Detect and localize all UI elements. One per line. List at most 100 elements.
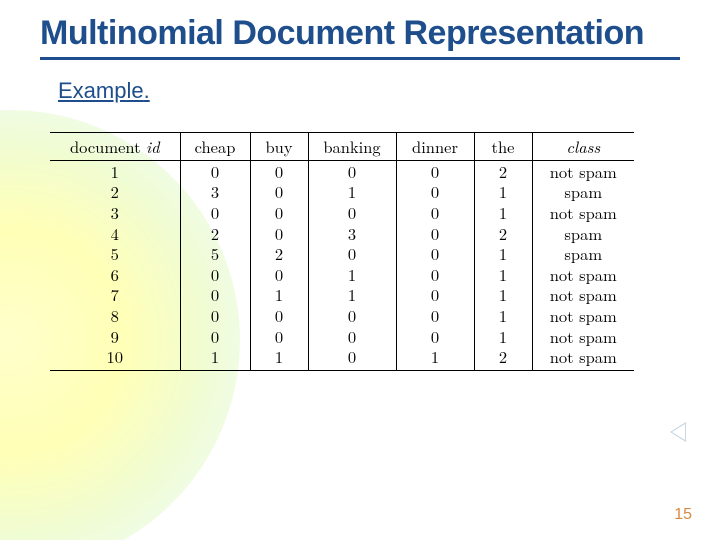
table-row: 701101not spam <box>50 284 634 305</box>
cell-id: 4 <box>50 223 180 244</box>
slide-container: Multinomial Document Representation Exam… <box>0 0 720 540</box>
cell-class: spam <box>532 181 634 202</box>
data-table-container: document id cheap buy banking dinner the class… <box>50 132 720 371</box>
cell-the: 1 <box>474 181 532 202</box>
cell-cheap: 0 <box>180 305 250 326</box>
cell-buy: 0 <box>250 223 308 244</box>
cell-cheap: 0 <box>180 202 250 223</box>
cell-id: 10 <box>50 346 180 370</box>
col-header-cheap: cheap <box>180 133 250 161</box>
cell-buy: 1 <box>250 284 308 305</box>
example-dot: . <box>144 78 150 103</box>
cell-banking: 1 <box>308 264 396 285</box>
cell-the: 2 <box>474 346 532 370</box>
col-header-the: the <box>474 133 532 161</box>
cell-cheap: 0 <box>180 264 250 285</box>
col-header-pre: banking <box>323 134 380 158</box>
cell-cheap: 1 <box>180 346 250 370</box>
cell-cheap: 2 <box>180 223 250 244</box>
cell-buy: 2 <box>250 243 308 264</box>
cell-banking: 0 <box>308 243 396 264</box>
cell-buy: 0 <box>250 160 308 181</box>
cell-cheap: 0 <box>180 284 250 305</box>
cell-class: not spam <box>532 264 634 285</box>
cell-id: 2 <box>50 181 180 202</box>
cell-dinner: 0 <box>396 305 474 326</box>
cell-buy: 0 <box>250 181 308 202</box>
cell-id: 3 <box>50 202 180 223</box>
cell-dinner: 0 <box>396 181 474 202</box>
cell-dinner: 0 <box>396 160 474 181</box>
cell-buy: 0 <box>250 202 308 223</box>
cell-banking: 3 <box>308 223 396 244</box>
cell-the: 2 <box>474 223 532 244</box>
table-header-row: document id cheap buy banking dinner the class <box>50 133 634 161</box>
cell-dinner: 0 <box>396 243 474 264</box>
cell-class: not spam <box>532 202 634 223</box>
cell-the: 1 <box>474 305 532 326</box>
title-underline <box>40 57 680 60</box>
cell-class: spam <box>532 223 634 244</box>
col-header-dinner: dinner <box>396 133 474 161</box>
data-table: document id cheap buy banking dinner the class… <box>50 132 634 371</box>
cell-the: 1 <box>474 243 532 264</box>
cell-dinner: 0 <box>396 202 474 223</box>
cell-cheap: 0 <box>180 160 250 181</box>
table-row: 1011012not spam <box>50 346 634 370</box>
cell-buy: 0 <box>250 305 308 326</box>
cell-the: 1 <box>474 326 532 347</box>
example-heading: Example. <box>58 78 720 104</box>
cell-cheap: 3 <box>180 181 250 202</box>
cell-cheap: 5 <box>180 243 250 264</box>
cell-banking: 0 <box>308 305 396 326</box>
col-header-pre: cheap <box>195 134 236 158</box>
table-row: 300001not spam <box>50 202 634 223</box>
cell-buy: 0 <box>250 326 308 347</box>
cell-banking: 0 <box>308 346 396 370</box>
table-row: 900001not spam <box>50 326 634 347</box>
cell-id: 9 <box>50 326 180 347</box>
cell-banking: 1 <box>308 181 396 202</box>
table-body: 100002not spam230101spam300001not spam42… <box>50 160 634 370</box>
cell-class: not spam <box>532 284 634 305</box>
cell-class: not spam <box>532 326 634 347</box>
table-header: document id cheap buy banking dinner the class <box>50 133 634 161</box>
cell-id: 5 <box>50 243 180 264</box>
col-header-pre: buy <box>265 134 292 158</box>
col-header-pre: dinner <box>412 134 458 158</box>
cell-dinner: 0 <box>396 284 474 305</box>
col-header-pre: the <box>492 134 515 158</box>
table-row: 800001not spam <box>50 305 634 326</box>
table-row: 230101spam <box>50 181 634 202</box>
cell-banking: 0 <box>308 326 396 347</box>
back-arrow-icon[interactable] <box>670 422 686 442</box>
cell-dinner: 0 <box>396 326 474 347</box>
cell-the: 2 <box>474 160 532 181</box>
cell-banking: 0 <box>308 160 396 181</box>
cell-class: not spam <box>532 160 634 181</box>
cell-dinner: 0 <box>396 223 474 244</box>
cell-id: 1 <box>50 160 180 181</box>
table-row: 600101not spam <box>50 264 634 285</box>
cell-dinner: 0 <box>396 264 474 285</box>
cell-id: 8 <box>50 305 180 326</box>
cell-class: not spam <box>532 305 634 326</box>
col-header-class: class <box>532 133 634 161</box>
cell-banking: 0 <box>308 202 396 223</box>
page-number: 15 <box>674 506 692 524</box>
col-header-banking: banking <box>308 133 396 161</box>
col-header-id: document id <box>50 133 180 161</box>
cell-the: 1 <box>474 264 532 285</box>
table-row: 420302spam <box>50 223 634 244</box>
cell-the: 1 <box>474 202 532 223</box>
cell-buy: 0 <box>250 264 308 285</box>
table-row: 100002not spam <box>50 160 634 181</box>
example-label: Example <box>58 78 144 103</box>
col-header-pre: document <box>70 134 146 158</box>
cell-class: not spam <box>532 346 634 370</box>
cell-dinner: 1 <box>396 346 474 370</box>
cell-class: spam <box>532 243 634 264</box>
cell-the: 1 <box>474 284 532 305</box>
cell-buy: 1 <box>250 346 308 370</box>
cell-id: 6 <box>50 264 180 285</box>
